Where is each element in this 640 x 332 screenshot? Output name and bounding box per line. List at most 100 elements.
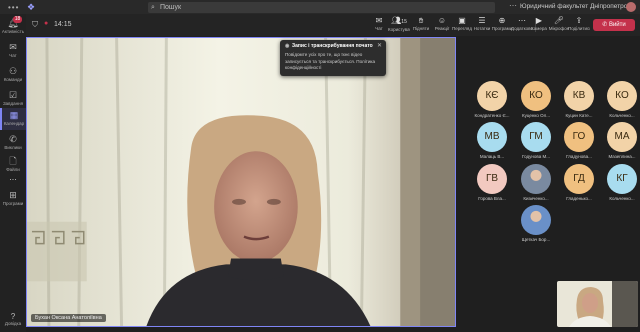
phone-icon: ✆ xyxy=(602,22,609,28)
title-bar: ••• ❖ ⌕ Пошук ⋯ Юридичний факультет Дніп… xyxy=(0,0,640,14)
participant-avatar: КЄ xyxy=(477,81,507,111)
button-label: Поділитися xyxy=(568,26,590,31)
participant-avatar: КВ xyxy=(564,81,594,111)
help-label: Довідка xyxy=(4,321,22,326)
rail-label: Календар xyxy=(3,121,25,126)
participant-tile[interactable]: МВ Малаць В... xyxy=(470,122,514,162)
participant-name: Кизиченко... xyxy=(523,196,549,201)
participant-tile[interactable]: ГВ Горова Вла... xyxy=(470,164,514,204)
participant-avatar: КГ xyxy=(607,164,637,194)
rail-item-activity[interactable]: 🔔︎ 18 Активність xyxy=(0,16,26,38)
help-button[interactable]: ? Довідка xyxy=(0,312,26,332)
view-icon: ▣ xyxy=(458,16,466,25)
participant-avatar: ГД xyxy=(564,164,594,194)
rail-label: Команди xyxy=(3,77,23,82)
view-button[interactable]: ▣ Перегляд xyxy=(451,16,473,35)
participant-tile[interactable]: ГД Гладенько... xyxy=(557,164,601,204)
reactions-button[interactable]: ☺ Реакції xyxy=(431,16,453,35)
leave-button[interactable]: ✆ Вийти xyxy=(593,19,635,31)
organization-name[interactable]: Юридичний факультет Дніпропетровського н… xyxy=(520,3,628,10)
more-options-icon[interactable]: ••• xyxy=(8,3,19,12)
share-icon: ⇪ xyxy=(575,16,583,25)
participant-tile[interactable]: Щеткач Бор... xyxy=(514,205,558,245)
notes-icon: ☰ xyxy=(478,16,486,25)
participant-name: Горова Вла... xyxy=(478,196,506,201)
more-icon: ... xyxy=(9,172,17,182)
participant-avatar: МВ xyxy=(477,122,507,152)
raise-hand-icon: ✋︎ xyxy=(418,16,424,25)
camera-button[interactable]: ▶ Камера xyxy=(528,16,550,35)
button-label: Перегляд xyxy=(452,26,472,31)
chat-button[interactable]: ✉ Чат xyxy=(368,16,390,35)
participant-gallery: КЄ Кондратенко Є... КО Куценко Ол... КВ Куцин… xyxy=(457,37,640,277)
user-avatar[interactable] xyxy=(626,2,636,12)
rail-label: Чат xyxy=(9,53,17,58)
mic-button[interactable]: 🎤︎ Мікрофон xyxy=(548,16,570,35)
rail-item-calls[interactable]: ✆ Виклики xyxy=(0,132,26,154)
help-icon: ? xyxy=(10,312,16,321)
rail-label: Програми xyxy=(2,201,24,206)
participant-tile[interactable]: КГ Кольченко... xyxy=(600,164,640,204)
participant-tile[interactable]: КЄ Кондратенко Є... xyxy=(470,81,514,121)
participant-name: Гладунова... xyxy=(566,154,592,159)
share-button[interactable]: ⇪ Поділитися xyxy=(568,16,590,35)
participant-tile[interactable]: КО Куценко Ол... xyxy=(514,81,558,121)
participant-avatar: КО xyxy=(607,81,637,111)
participant-avatar: ГВ xyxy=(477,164,507,194)
rail-label: Завдання xyxy=(2,101,24,106)
rail-item-calendar[interactable]: ▦ Календар xyxy=(0,108,26,130)
rail-label: Активність xyxy=(1,29,25,34)
main-video-stage[interactable]: Бухан Оксана Анатоліївна xyxy=(26,37,456,327)
chat-icon: ✉ xyxy=(375,16,383,25)
teams-logo-icon: ❖ xyxy=(27,2,36,12)
rail-label: Виклики xyxy=(4,145,22,150)
people-icon: 👥︎15 xyxy=(391,16,407,25)
close-icon[interactable]: ✕ xyxy=(377,42,382,49)
participant-name: Годунова М... xyxy=(522,154,550,159)
rail-item-chat[interactable]: ✉ Чат xyxy=(0,40,26,62)
participant-name: Мазеплина... xyxy=(608,154,636,159)
shield-icon[interactable]: ⛉ xyxy=(32,20,38,30)
search-input[interactable]: ⌕ Пошук xyxy=(148,2,495,13)
button-label: Підняти xyxy=(412,26,430,31)
notes-button[interactable]: ☰ Нотатки xyxy=(471,16,493,35)
speaker-video xyxy=(27,38,455,326)
participant-avatar: ГМ xyxy=(521,122,551,152)
participant-tile[interactable]: ГМ Годунова М... xyxy=(514,122,558,162)
button-label: Мікрофон xyxy=(548,26,570,31)
mic-icon: 🎤︎ xyxy=(553,16,565,25)
participants-button[interactable]: 👥︎15 Користувачі xyxy=(388,16,410,35)
button-label: Реакції xyxy=(434,26,450,31)
participant-name: Кондратенко Є... xyxy=(474,113,510,118)
camera-icon: ▶ xyxy=(535,16,543,25)
raise-hand-button[interactable]: ✋︎ Підняти xyxy=(410,16,432,35)
participant-name: Куцин Кате... xyxy=(565,113,593,118)
participant-tile[interactable]: КВ Куцин Кате... xyxy=(557,81,601,121)
teams-icon: ⚇ xyxy=(8,66,18,76)
participant-tile[interactable]: МА Мазеплина... xyxy=(600,122,640,162)
apps-button[interactable]: ⊕ Програми xyxy=(491,16,513,35)
apps-icon: ⊕ xyxy=(498,16,506,25)
calls-icon: ✆ xyxy=(9,134,17,144)
participant-avatar: КО xyxy=(521,81,551,111)
participant-name: Щеткач Бор... xyxy=(521,237,551,242)
rail-item-apps[interactable]: ⊞ Програми xyxy=(0,188,26,210)
record-icon: ◉ xyxy=(285,43,290,49)
participant-avatar: МА xyxy=(607,122,637,152)
participant-photo xyxy=(521,164,551,194)
participant-tile[interactable]: Кизиченко... xyxy=(514,164,558,204)
leave-label: Вийти xyxy=(608,22,626,28)
participant-tile[interactable]: ГО Гладунова... xyxy=(557,122,601,162)
self-view-video[interactable] xyxy=(557,281,638,327)
meeting-timer: 14:15 xyxy=(54,21,72,28)
rail-item-assignments[interactable]: ☑ Завдання xyxy=(0,88,26,110)
participant-name: Гладенько... xyxy=(566,196,592,201)
left-rail: 🔔︎ 18 Активність ✉ Чат ⚇ Команди ☑ Завда… xyxy=(0,14,26,332)
calendar-icon: ▦ xyxy=(9,110,19,120)
participant-tile[interactable]: КО Кольченко... xyxy=(600,81,640,121)
participant-count: 15 xyxy=(401,19,407,25)
record-icon: ● xyxy=(44,20,49,27)
chat-icon: ✉ xyxy=(9,42,17,52)
more-icon[interactable]: ⋯ xyxy=(509,1,517,10)
rail-item-teams[interactable]: ⚇ Команди xyxy=(0,64,26,86)
